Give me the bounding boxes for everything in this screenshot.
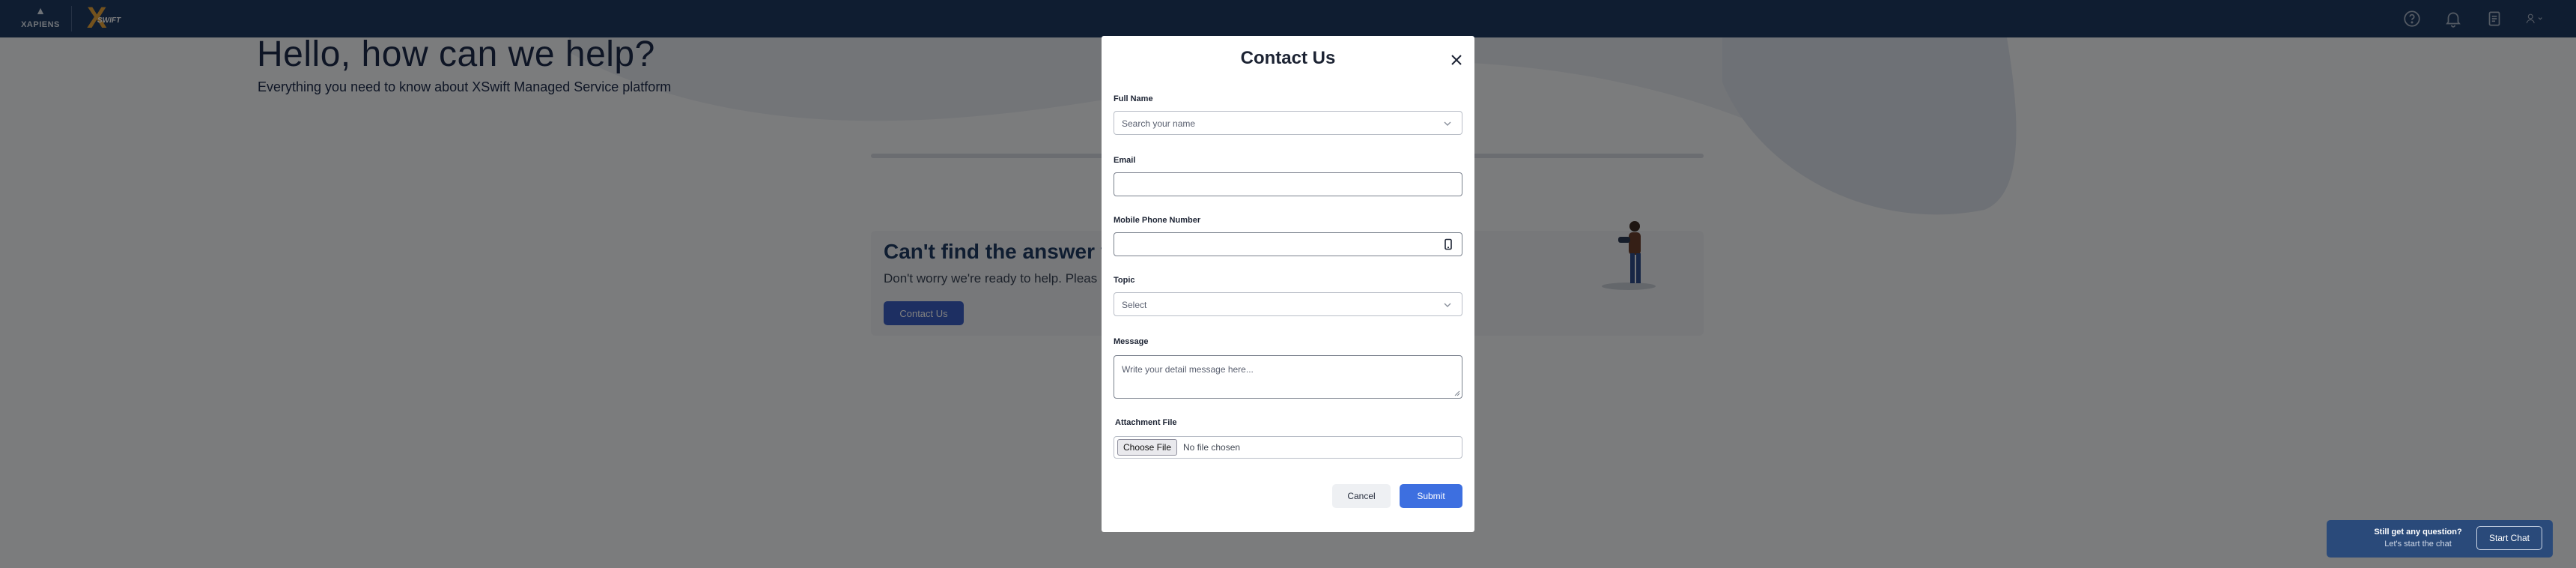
chat-widget: Still get any question? Let's start the …: [2327, 520, 2553, 558]
topic-select[interactable]: Select: [1114, 292, 1462, 316]
message-label: Message: [1114, 337, 1149, 346]
modal-title: Contact Us: [1240, 48, 1336, 68]
topic-label: Topic: [1114, 276, 1135, 285]
contact-us-modal: Contact Us Full Name Search your name Em…: [1102, 36, 1474, 532]
full-name-placeholder: Search your name: [1122, 118, 1196, 129]
choose-file-button[interactable]: Choose File: [1117, 439, 1177, 456]
resize-grip-icon[interactable]: [1454, 390, 1460, 396]
cancel-button[interactable]: Cancel: [1332, 484, 1391, 508]
topic-placeholder: Select: [1122, 300, 1147, 310]
message-placeholder: Write your detail message here...: [1122, 364, 1254, 375]
submit-button[interactable]: Submit: [1400, 484, 1462, 508]
mobile-phone-field[interactable]: [1114, 232, 1462, 256]
chat-widget-subtitle: Let's start the chat: [2384, 540, 2452, 549]
start-chat-button[interactable]: Start Chat: [2476, 526, 2542, 550]
full-name-label: Full Name: [1114, 94, 1153, 103]
attachment-label: Attachment File: [1115, 418, 1177, 427]
file-status-text: No file chosen: [1183, 442, 1241, 453]
attachment-file-input[interactable]: Choose File No file chosen: [1114, 436, 1462, 459]
close-icon[interactable]: [1449, 52, 1464, 67]
full-name-select[interactable]: Search your name: [1114, 111, 1462, 135]
chevron-down-icon: [1444, 303, 1451, 307]
mobile-phone-label: Mobile Phone Number: [1114, 216, 1201, 225]
email-label: Email: [1114, 156, 1136, 165]
mobile-phone-icon: [1445, 238, 1452, 250]
email-field[interactable]: [1114, 172, 1462, 196]
chevron-down-icon: [1444, 121, 1451, 126]
message-textarea[interactable]: Write your detail message here...: [1114, 355, 1462, 399]
chat-widget-title: Still get any question?: [2374, 528, 2462, 537]
